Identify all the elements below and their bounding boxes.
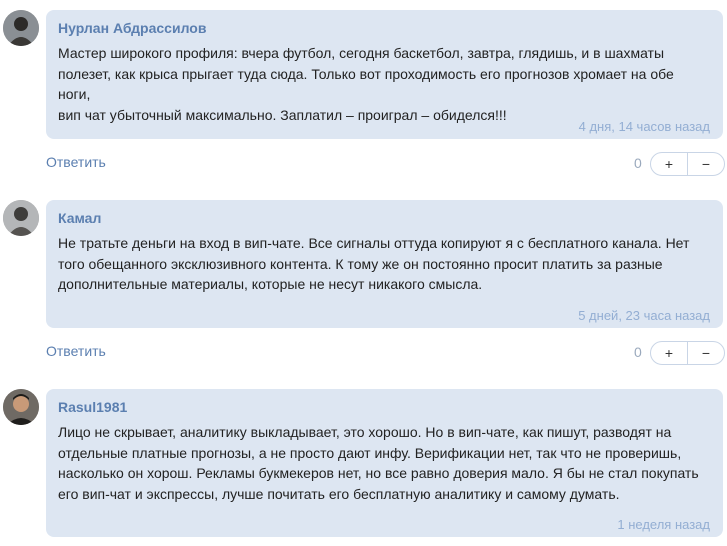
comment-bubble: Камал Не тратьте деньги на вход в вип-ча… bbox=[46, 200, 723, 328]
comment-timestamp: 4 дня, 14 часов назад bbox=[578, 119, 710, 134]
avatar[interactable] bbox=[3, 10, 39, 46]
user-photo-icon bbox=[3, 10, 39, 46]
reply-link[interactable]: Ответить bbox=[46, 154, 106, 170]
upvote-button[interactable]: + bbox=[650, 152, 688, 176]
comment-timestamp: 1 неделя назад bbox=[617, 517, 710, 532]
comment-bubble: Нурлан Абдрассилов Мастер широкого профи… bbox=[46, 10, 723, 139]
upvote-button[interactable]: + bbox=[650, 341, 688, 365]
comment-text: Не тратьте деньги на вход в вип-чате. Вс… bbox=[58, 235, 690, 292]
comment-author[interactable]: Rasul1981 bbox=[58, 399, 127, 415]
comment-timestamp: 5 дней, 23 часа назад bbox=[578, 308, 710, 323]
vote-count: 0 bbox=[634, 155, 642, 171]
user-photo-icon bbox=[3, 389, 39, 425]
comment: Камал Не тратьте деньги на вход в вип-ча… bbox=[0, 190, 727, 370]
comment-author[interactable]: Нурлан Абдрассилов bbox=[58, 20, 206, 36]
vote-count: 0 bbox=[634, 344, 642, 360]
comment-text: Лицо не скрывает, аналитику выкладывает,… bbox=[58, 424, 699, 502]
comment: Rasul1981 Лицо не скрывает, аналитику вы… bbox=[0, 379, 727, 546]
downvote-button[interactable]: − bbox=[687, 152, 725, 176]
avatar[interactable] bbox=[3, 389, 39, 425]
downvote-button[interactable]: − bbox=[687, 341, 725, 365]
comment-text: Мастер широкого профиля: вчера футбол, с… bbox=[58, 45, 674, 123]
comment: Нурлан Абдрассилов Мастер широкого профи… bbox=[0, 0, 727, 180]
user-photo-icon bbox=[3, 200, 39, 236]
avatar[interactable] bbox=[3, 200, 39, 236]
reply-link[interactable]: Ответить bbox=[46, 343, 106, 359]
comment-bubble: Rasul1981 Лицо не скрывает, аналитику вы… bbox=[46, 389, 723, 537]
comment-author[interactable]: Камал bbox=[58, 210, 101, 226]
